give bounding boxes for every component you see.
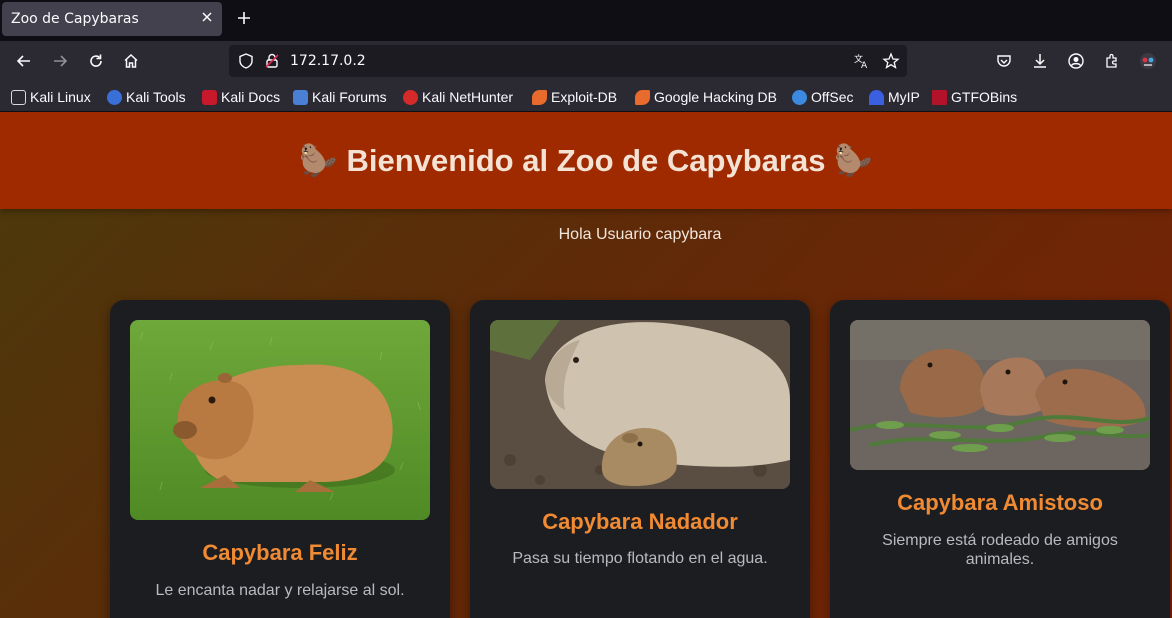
back-icon[interactable] [15, 52, 33, 70]
bookmark-label: Kali NetHunter [422, 89, 514, 105]
card-description: Pasa su tiempo flotando en el agua. [512, 550, 768, 567]
card-description: Le encanta nadar y relajarse al sol. [155, 582, 405, 599]
ghdb-icon [635, 89, 650, 105]
bookmark-kali-docs[interactable]: Kali Docs [202, 88, 280, 106]
bookmarks-toolbar: Kali Linux Kali Tools Kali Docs Kali For… [0, 81, 1172, 112]
bookmark-label: Kali Docs [221, 89, 281, 105]
user-greeting: Hola Usuario capybara [558, 226, 722, 243]
offsec-icon [792, 89, 807, 105]
web-page: 🦫 Bienvenido al Zoo de Capybaras 🦫 Hola … [0, 112, 1172, 618]
downloads-icon[interactable] [1031, 52, 1049, 70]
kali-tools-icon [107, 89, 122, 105]
capybara-card: Capybara Nadador Pasa su tiempo flotando… [470, 300, 810, 618]
capybara-feliz-photo [130, 320, 430, 520]
bookmark-label: Kali Linux [30, 89, 91, 105]
bookmark-label: MyIP [888, 89, 920, 105]
active-tab[interactable]: Zoo de Capybaras [2, 2, 222, 36]
bookmark-kali-nethunter[interactable]: Kali NetHunter [403, 88, 513, 106]
account-icon[interactable] [1067, 52, 1085, 70]
site-header: 🦫 Bienvenido al Zoo de Capybaras 🦫 [0, 112, 1172, 209]
exploit-db-icon [532, 89, 547, 105]
bookmark-myip[interactable]: MyIP [869, 88, 920, 106]
bookmark-exploit-db[interactable]: Exploit-DB [532, 88, 617, 106]
new-tab-icon[interactable] [236, 10, 252, 26]
bookmark-kali-linux[interactable]: Kali Linux [11, 88, 91, 106]
bookmark-kali-forums[interactable]: Kali Forums [293, 88, 387, 106]
capybara-amistoso-photo [850, 320, 1150, 470]
bookmark-label: Google Hacking DB [654, 89, 777, 105]
extensions-icon[interactable] [1103, 52, 1121, 70]
app-menu-avatar-icon[interactable] [1139, 52, 1157, 70]
bookmark-label: Exploit-DB [551, 89, 618, 105]
bookmark-google-hacking-db[interactable]: Google Hacking DB [635, 88, 777, 106]
address-bar[interactable]: 172.17.0.2 文 A [229, 45, 907, 77]
reload-icon[interactable] [87, 52, 105, 70]
kali-dragon-icon [11, 89, 26, 105]
bookmark-star-icon[interactable] [882, 52, 900, 70]
card-title: Capybara Feliz [202, 540, 358, 565]
nethunter-icon [403, 89, 418, 105]
card-description: Siempre está rodeado de amigos animales. [882, 532, 1118, 568]
bookmark-gtfobins[interactable]: GTFOBins [932, 88, 1017, 106]
forward-icon[interactable] [51, 52, 69, 70]
card-title: Capybara Amistoso [897, 490, 1103, 515]
myip-icon [869, 89, 884, 105]
pocket-icon[interactable] [995, 52, 1013, 70]
bookmark-offsec[interactable]: OffSec [792, 88, 854, 106]
bookmark-label: GTFOBins [951, 89, 1018, 105]
card-title: Capybara Nadador [542, 509, 738, 534]
kali-docs-icon [202, 89, 217, 105]
insecure-lock-icon[interactable] [263, 52, 281, 70]
capybara-card: Capybara Amistoso Siempre está rodeado d… [830, 300, 1170, 618]
tab-title: Zoo de Capybaras [11, 11, 139, 27]
home-icon[interactable] [122, 52, 140, 70]
close-tab-icon[interactable] [200, 10, 214, 24]
tracking-protection-shield-icon[interactable] [237, 52, 255, 70]
navigation-toolbar: 172.17.0.2 文 A [0, 41, 1172, 81]
gtfobins-icon [932, 89, 947, 105]
bookmark-kali-tools[interactable]: Kali Tools [107, 88, 186, 106]
translate-icon[interactable]: 文 A [853, 52, 871, 70]
capybara-card: Capybara Feliz Le encanta nadar y relaja… [110, 300, 450, 618]
url-text: 172.17.0.2 [290, 53, 366, 69]
bookmark-label: Kali Tools [126, 89, 186, 105]
page-title: 🦫 Bienvenido al Zoo de Capybaras 🦫 [299, 143, 873, 178]
capybara-nadador-photo [490, 320, 790, 489]
bookmark-label: Kali Forums [312, 89, 387, 105]
tab-strip: Zoo de Capybaras [0, 0, 1172, 41]
bookmark-label: OffSec [811, 89, 854, 105]
svg-text:A: A [861, 61, 868, 70]
kali-forums-icon [293, 89, 308, 105]
